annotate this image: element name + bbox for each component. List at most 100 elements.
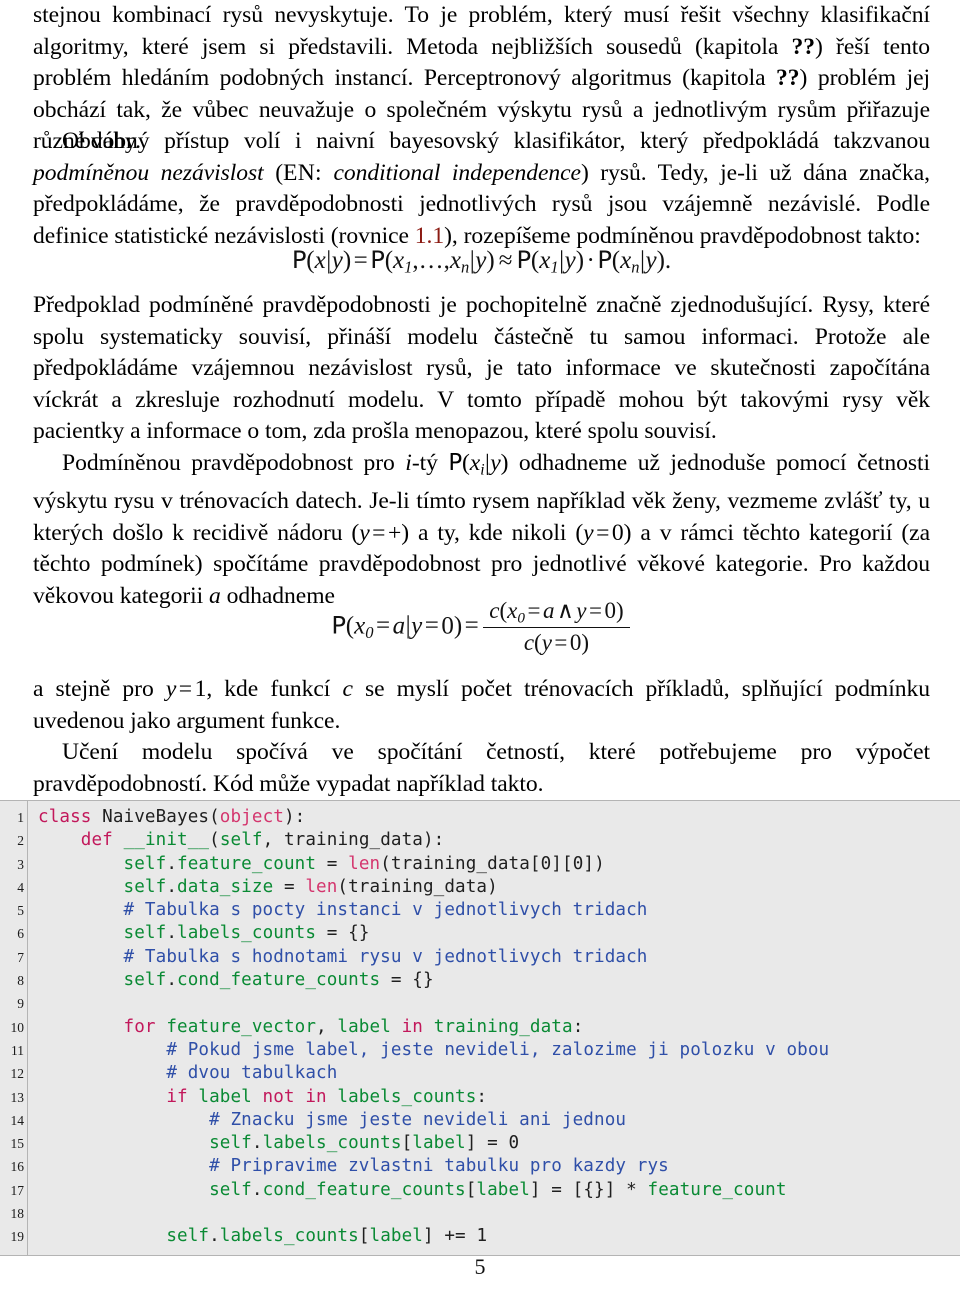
code-token: object — [219, 807, 284, 827]
code-line: 15 self.labels_counts[label] = 0 — [0, 1132, 960, 1155]
code-line: 10 for feature_vector, label in training… — [0, 1016, 960, 1039]
eq1-x1: x — [393, 247, 405, 274]
code-token: , — [316, 1016, 338, 1037]
eq1-y4: y — [645, 247, 657, 274]
code-line-number: 8 — [17, 973, 24, 989]
code-token: : — [572, 1016, 584, 1037]
code-token: : — [476, 1086, 488, 1107]
code-token: = — [273, 876, 306, 897]
para4-text-b: -tý — [411, 450, 449, 476]
eq2-a-num: a — [542, 597, 555, 623]
code-line-number: 19 — [10, 1229, 25, 1245]
eq1-period: . — [664, 247, 672, 274]
para2-emphasis-b: conditional independence — [333, 159, 581, 186]
eq2-eq3: = — [464, 612, 479, 640]
code-line: 12 # dvou tabulkach — [0, 1062, 960, 1085]
eq2-eq2: = — [424, 612, 439, 640]
code-token: data_size — [177, 876, 274, 897]
para4-text-a: Podmíněnou pravděpodobnost pro — [62, 450, 406, 476]
para3-text: Předpoklad podmíněné pravděpodobnosti je… — [33, 292, 930, 445]
eq1-y: y — [331, 247, 343, 274]
code-token: cond_feature_counts — [177, 970, 381, 991]
code-token: labels_counts — [177, 923, 317, 944]
code-line-number: 4 — [17, 879, 24, 895]
code-line: 17 self.cond_feature_counts[label] = [{}… — [0, 1179, 960, 1202]
code-token: ][ — [551, 853, 573, 874]
code-token: label — [412, 1133, 466, 1154]
para5-em-c: c — [342, 676, 353, 702]
code-token: , training_data): — [262, 830, 445, 851]
eq2-wedge: ∧ — [556, 597, 574, 623]
eq2-zero3: 0 — [569, 630, 582, 656]
code-token: len — [348, 853, 381, 874]
code-token: feature_count — [647, 1179, 787, 1200]
eq2-x-num: x — [507, 597, 518, 623]
para6-text: Učení modelu spočívá ve spočítání četnos… — [33, 739, 930, 797]
eq2-numerator: c(x0 = a ∧ y = 0) — [483, 597, 630, 629]
code-line: 2 def __init__(self, training_data): — [0, 829, 960, 852]
code-token: def — [80, 830, 124, 851]
code-token: not in — [262, 1086, 327, 1107]
code-token: 1 — [476, 1226, 488, 1247]
para1-ref1[interactable]: ?? — [792, 34, 816, 60]
eq1-sub-n: n — [461, 257, 470, 277]
code-line-number: 17 — [10, 1182, 25, 1198]
code-token: . — [166, 853, 178, 874]
para2-text-c — [322, 160, 334, 186]
code-token: # Tabulka s pocty instanci v jednotlivyc… — [123, 900, 648, 921]
code-line-number: 11 — [11, 1042, 24, 1058]
code-token: = {} — [316, 923, 370, 944]
code-line: 18 — [0, 1202, 960, 1225]
code-token: ]) — [583, 853, 605, 874]
code-token: ( — [209, 830, 220, 851]
eq1-xn: x — [449, 247, 461, 274]
code-token: self — [166, 1226, 210, 1247]
code-token: ] += — [422, 1226, 477, 1247]
code-line-number: 10 — [10, 1019, 25, 1035]
eq1-P2: P — [370, 245, 385, 274]
eq2-sub-0b: 0 — [517, 609, 525, 626]
code-token: class — [38, 807, 103, 827]
eq1-P3: P — [516, 245, 531, 274]
eq2-x: x — [354, 612, 366, 640]
code-token: for — [123, 1016, 167, 1037]
eq2-y: y — [411, 612, 423, 640]
code-token: self — [209, 1133, 252, 1154]
code-token: # Pokud jsme label, jeste nevideli, zalo… — [166, 1039, 830, 1060]
code-token: = — [316, 853, 349, 874]
code-listing-body[interactable]: 1 class NaiveBayes(object): 2 def __init__… — [0, 800, 960, 1256]
eq1-P4: P — [597, 245, 612, 274]
code-token: self — [123, 876, 167, 897]
code-line-number: 2 — [17, 833, 24, 849]
paragraph-assumption: Předpoklad podmíněné pravděpodobnosti je… — [33, 290, 930, 448]
code-line: 19 self.labels_counts[label] += 1 — [0, 1225, 960, 1248]
code-token: (training_data[ — [380, 853, 541, 874]
code-token: labels_counts — [262, 1133, 402, 1154]
code-line-number: 16 — [10, 1159, 25, 1175]
para4-inline-math-pxiy: P(xi|y) — [448, 450, 509, 479]
eq2-zero1: 0 — [441, 612, 454, 640]
code-token: (training_data) — [337, 876, 498, 897]
code-token: labels_counts — [337, 1086, 477, 1107]
code-token: [ — [465, 1179, 477, 1200]
para1-ref2[interactable]: ?? — [776, 65, 800, 91]
paragraph-learning-code-intro: Učení modelu spočívá ve spočítání četnos… — [33, 737, 930, 800]
paragraph-naive-bayes: Obdobný přístup volí i naivní bayesovský… — [33, 126, 930, 252]
eq1-sub-1b: 1 — [550, 257, 559, 277]
eq2-y-den: y — [541, 630, 552, 656]
code-line-number: 18 — [10, 1206, 25, 1222]
code-token: self — [123, 853, 167, 874]
equation-reference-link[interactable]: 1.1 — [415, 223, 444, 249]
para4-text-d: a ty, kde nikoli — [409, 519, 576, 546]
eq1-x4: x — [620, 247, 632, 274]
